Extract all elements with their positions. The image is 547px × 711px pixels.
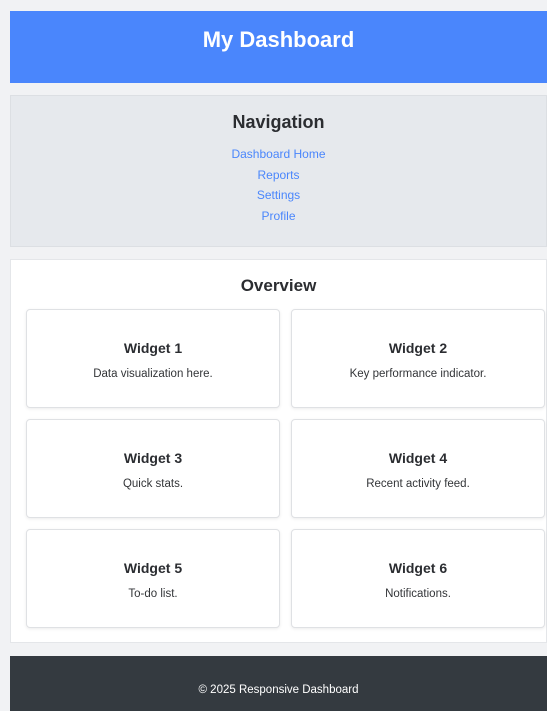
widget-card-5: Widget 5 To-do list. xyxy=(26,529,280,628)
widget-text: Data visualization here. xyxy=(93,368,213,380)
widget-text: Key performance indicator. xyxy=(349,368,487,380)
widget-title: Widget 2 xyxy=(388,340,448,356)
nav-item-settings: Settings xyxy=(11,185,546,206)
navigation-panel: Navigation Dashboard Home Reports Settin… xyxy=(10,95,547,247)
widget-title: Widget 6 xyxy=(388,560,448,576)
widget-text: Recent activity feed. xyxy=(366,478,470,490)
navigation-title: Navigation xyxy=(232,112,325,132)
navigation-list: Dashboard Home Reports Settings Profile xyxy=(11,144,546,226)
footer: © 2025 Responsive Dashboard xyxy=(10,656,547,711)
nav-link-reports[interactable]: Reports xyxy=(257,168,299,182)
widget-card-4: Widget 4 Recent activity feed. xyxy=(291,419,545,518)
widget-card-1: Widget 1 Data visualization here. xyxy=(26,309,280,408)
widget-text: Quick stats. xyxy=(122,478,184,490)
widget-text: To-do list. xyxy=(128,588,178,600)
widget-text: Notifications. xyxy=(385,588,451,600)
nav-link-profile[interactable]: Profile xyxy=(261,209,295,223)
nav-link-dashboard-home[interactable]: Dashboard Home xyxy=(231,147,325,161)
overview-title: Overview xyxy=(240,276,317,295)
widget-title: Widget 4 xyxy=(388,450,448,466)
widget-card-2: Widget 2 Key performance indicator. xyxy=(291,309,545,408)
page-title: My Dashboard xyxy=(202,27,355,52)
widget-grid: Widget 1 Data visualization here. Widget… xyxy=(26,309,546,628)
dashboard-page: My Dashboard Navigation Dashboard Home R… xyxy=(10,11,547,711)
widget-card-3: Widget 3 Quick stats. xyxy=(26,419,280,518)
widget-title: Widget 3 xyxy=(123,450,183,466)
nav-link-settings[interactable]: Settings xyxy=(257,188,300,202)
overview-section: Overview Widget 1 Data visualization her… xyxy=(10,259,547,643)
nav-item-profile: Profile xyxy=(11,206,546,227)
footer-copyright: © 2025 Responsive Dashboard xyxy=(198,684,359,696)
nav-item-dashboard-home: Dashboard Home xyxy=(11,144,546,165)
widget-title: Widget 5 xyxy=(123,560,183,576)
header: My Dashboard xyxy=(10,11,547,83)
widget-card-6: Widget 6 Notifications. xyxy=(291,529,545,628)
nav-item-reports: Reports xyxy=(11,165,546,186)
widget-title: Widget 1 xyxy=(123,340,183,356)
